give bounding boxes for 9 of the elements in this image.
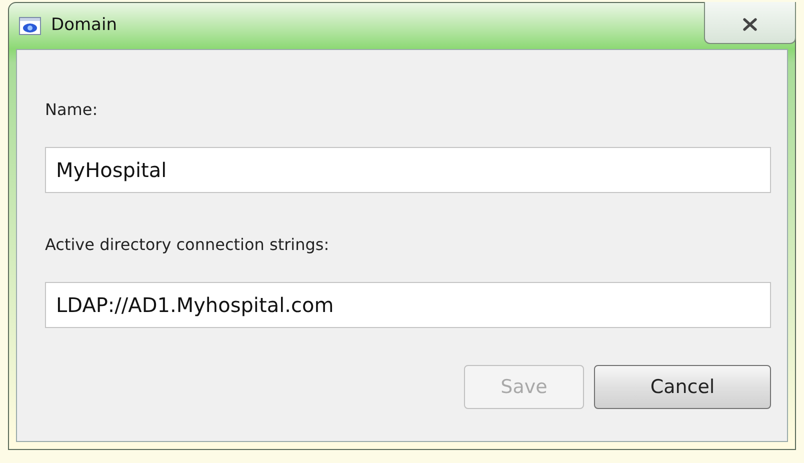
app-icon — [19, 17, 41, 35]
cancel-button[interactable]: Cancel — [594, 365, 771, 409]
window-title: Domain — [51, 14, 117, 38]
field-label: Active directory connection strings: — [45, 234, 330, 256]
input-field[interactable]: MyHospital — [45, 147, 771, 193]
close-icon — [743, 18, 757, 31]
input-field[interactable]: LDAP://AD1.Myhospital.com — [45, 282, 771, 328]
close-button[interactable] — [704, 2, 796, 44]
field-label: Name: — [45, 99, 99, 121]
